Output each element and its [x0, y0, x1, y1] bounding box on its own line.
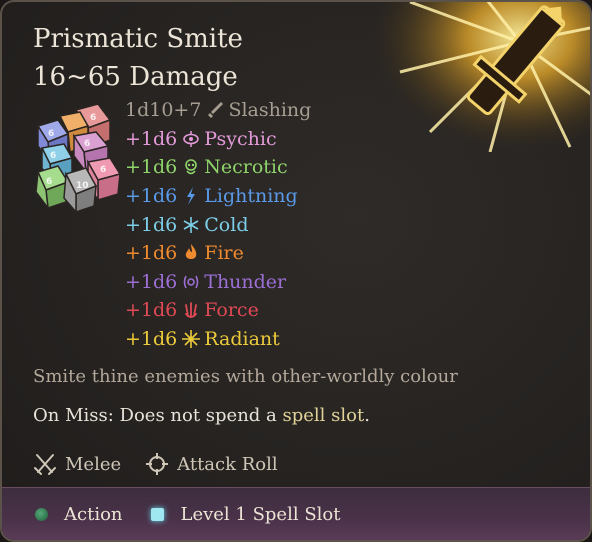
psychic-eye-icon	[182, 129, 200, 149]
svg-text:6: 6	[50, 151, 56, 161]
spell-slot-highlight: spell slot	[282, 405, 365, 426]
on-miss-suffix: .	[364, 405, 370, 426]
damage-dice: +1d6	[125, 242, 178, 265]
damage-row-psychic: +1d6 Psychic	[125, 125, 311, 154]
svg-text:6: 6	[48, 129, 54, 139]
damage-type: Force	[204, 299, 259, 322]
property-attack-roll: Attack Roll	[145, 452, 278, 476]
damage-row-slashing: 1d10+7 Slashing	[125, 96, 311, 125]
necrotic-skull-icon	[182, 157, 200, 177]
spell-slot-icon	[150, 507, 164, 521]
resource-cost-bar: Action Level 1 Spell Slot	[2, 487, 590, 540]
spell-title: Prismatic Smite	[33, 24, 243, 54]
damage-dice: +1d6	[125, 213, 178, 236]
damage-list: 1d10+7 Slashing +1d6 Psychic +1d6 Necrotic +1d…	[125, 96, 311, 353]
spell-tooltip: Prismatic Smite 16~65 Damage 6 6 6 6 6 6…	[0, 0, 592, 542]
damage-dice: +1d6	[125, 127, 178, 150]
damage-dice: +1d6	[125, 299, 178, 322]
svg-text:10: 10	[76, 181, 89, 191]
lightning-icon	[182, 186, 200, 206]
sword-icon	[206, 100, 224, 120]
damage-type: Psychic	[204, 127, 277, 150]
flame-icon	[182, 243, 200, 263]
damage-type: Cold	[204, 213, 249, 236]
cost-label: Action	[64, 503, 123, 525]
action-dot-icon	[35, 507, 48, 521]
damage-type: Fire	[204, 242, 244, 265]
spell-properties: Melee Attack Roll	[33, 452, 302, 476]
damage-row-fire: +1d6 Fire	[125, 239, 311, 268]
damage-type: Radiant	[204, 328, 280, 351]
cost-label: Level 1 Spell Slot	[180, 503, 341, 525]
damage-dice: +1d6	[125, 185, 178, 208]
damage-row-necrotic: +1d6 Necrotic	[125, 153, 311, 182]
damage-dice: +1d6	[125, 328, 178, 351]
damage-row-radiant: +1d6 Radiant	[125, 325, 311, 354]
damage-type: Necrotic	[204, 156, 288, 179]
svg-text:6: 6	[100, 165, 106, 175]
property-melee: Melee	[33, 452, 121, 476]
damage-row-force: +1d6 Force	[125, 296, 311, 325]
property-label: Attack Roll	[177, 453, 278, 475]
damage-dice: +1d6	[125, 270, 178, 293]
dice-stack-icon: 6 6 6 6 6 6 10	[35, 103, 122, 214]
force-hand-icon	[182, 300, 200, 320]
property-label: Melee	[65, 453, 122, 475]
radiant-icon	[182, 329, 201, 349]
thunder-icon	[182, 272, 200, 292]
damage-dice: 1d10+7	[125, 99, 202, 122]
on-miss-prefix: On Miss: Does not spend a	[33, 405, 283, 426]
damage-row-thunder: +1d6 Thunder	[125, 268, 311, 297]
spell-art-icon	[370, 2, 590, 152]
damage-type: Slashing	[228, 99, 312, 122]
snowflake-icon	[182, 215, 200, 235]
crossed-swords-icon	[34, 454, 56, 475]
svg-text:6: 6	[90, 113, 96, 123]
damage-type: Thunder	[204, 270, 287, 293]
cost-spell-slot: Level 1 Spell Slot	[150, 503, 341, 525]
crosshair-icon	[146, 453, 169, 475]
svg-text:6: 6	[46, 177, 52, 187]
spell-description: Smite thine enemies with other-worldly c…	[33, 366, 458, 387]
damage-type: Lightning	[204, 185, 298, 208]
damage-row-cold: +1d6 Cold	[125, 210, 311, 239]
damage-total: 16~65 Damage	[33, 62, 238, 92]
on-miss-text: On Miss: Does not spend a spell slot.	[33, 405, 370, 426]
svg-text:6: 6	[84, 139, 90, 149]
cost-action: Action	[35, 504, 123, 525]
damage-dice: +1d6	[125, 156, 178, 179]
damage-row-lightning: +1d6 Lightning	[125, 182, 311, 211]
